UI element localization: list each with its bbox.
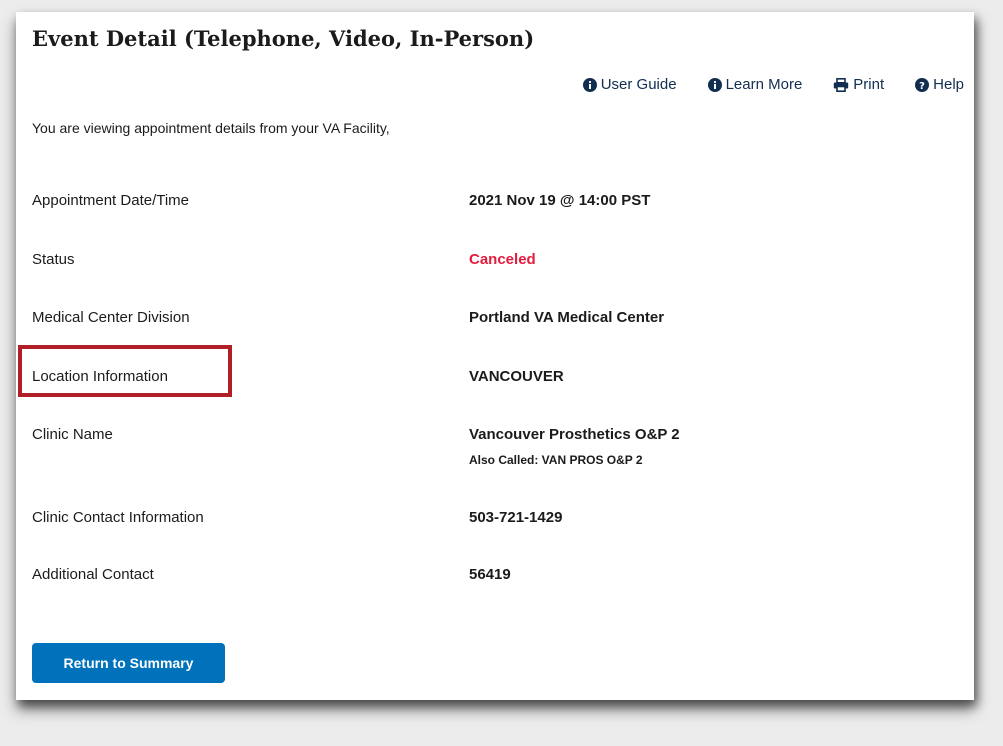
medical-center-division-label: Medical Center Division [32,309,190,326]
user-guide-label: User Guide [600,76,677,93]
location-highlight-box [18,345,232,397]
learn-more-label: Learn More [725,76,803,93]
utility-links: User Guide Learn More Print ? Help [552,76,964,93]
appointment-datetime-label: Appointment Date/Time [32,192,190,209]
status-label: Status [32,251,75,268]
print-icon [833,77,849,92]
learn-more-link[interactable]: Learn More [707,76,803,93]
help-label: Help [933,76,964,93]
screenshot-frame: Event Detail (Telephone, Video, In-Perso… [0,0,1003,746]
event-detail-panel: Event Detail (Telephone, Video, In-Perso… [16,12,974,700]
print-link[interactable]: Print [833,76,884,93]
clinic-contact-label: Clinic Contact Information [32,509,204,526]
location-information-value: VANCOUVER [469,368,564,385]
user-guide-link[interactable]: User Guide [582,76,677,93]
info-circle-icon [707,77,722,92]
clinic-also-called: Also Called: VAN PROS O&P 2 [469,453,643,467]
clinic-contact-value: 503-721-1429 [469,509,563,526]
appointment-datetime-value: 2021 Nov 19 @ 14:00 PST [469,192,651,209]
print-label: Print [853,76,885,93]
page-title: Event Detail (Telephone, Video, In-Perso… [32,26,535,51]
return-to-summary-button[interactable]: Return to Summary [32,643,225,683]
clinic-name-value: Vancouver Prosthetics O&P 2 [469,426,680,443]
status-value: Canceled [469,251,536,268]
question-circle-icon: ? [915,77,930,92]
help-link[interactable]: ? Help [915,76,964,93]
intro-text: You are viewing appointment details from… [32,120,390,136]
info-circle-icon [582,77,597,92]
medical-center-division-value: Portland VA Medical Center [469,309,665,326]
additional-contact-value: 56419 [469,566,511,583]
svg-text:?: ? [919,80,925,91]
clinic-name-label: Clinic Name [32,426,113,443]
additional-contact-label: Additional Contact [32,566,154,583]
